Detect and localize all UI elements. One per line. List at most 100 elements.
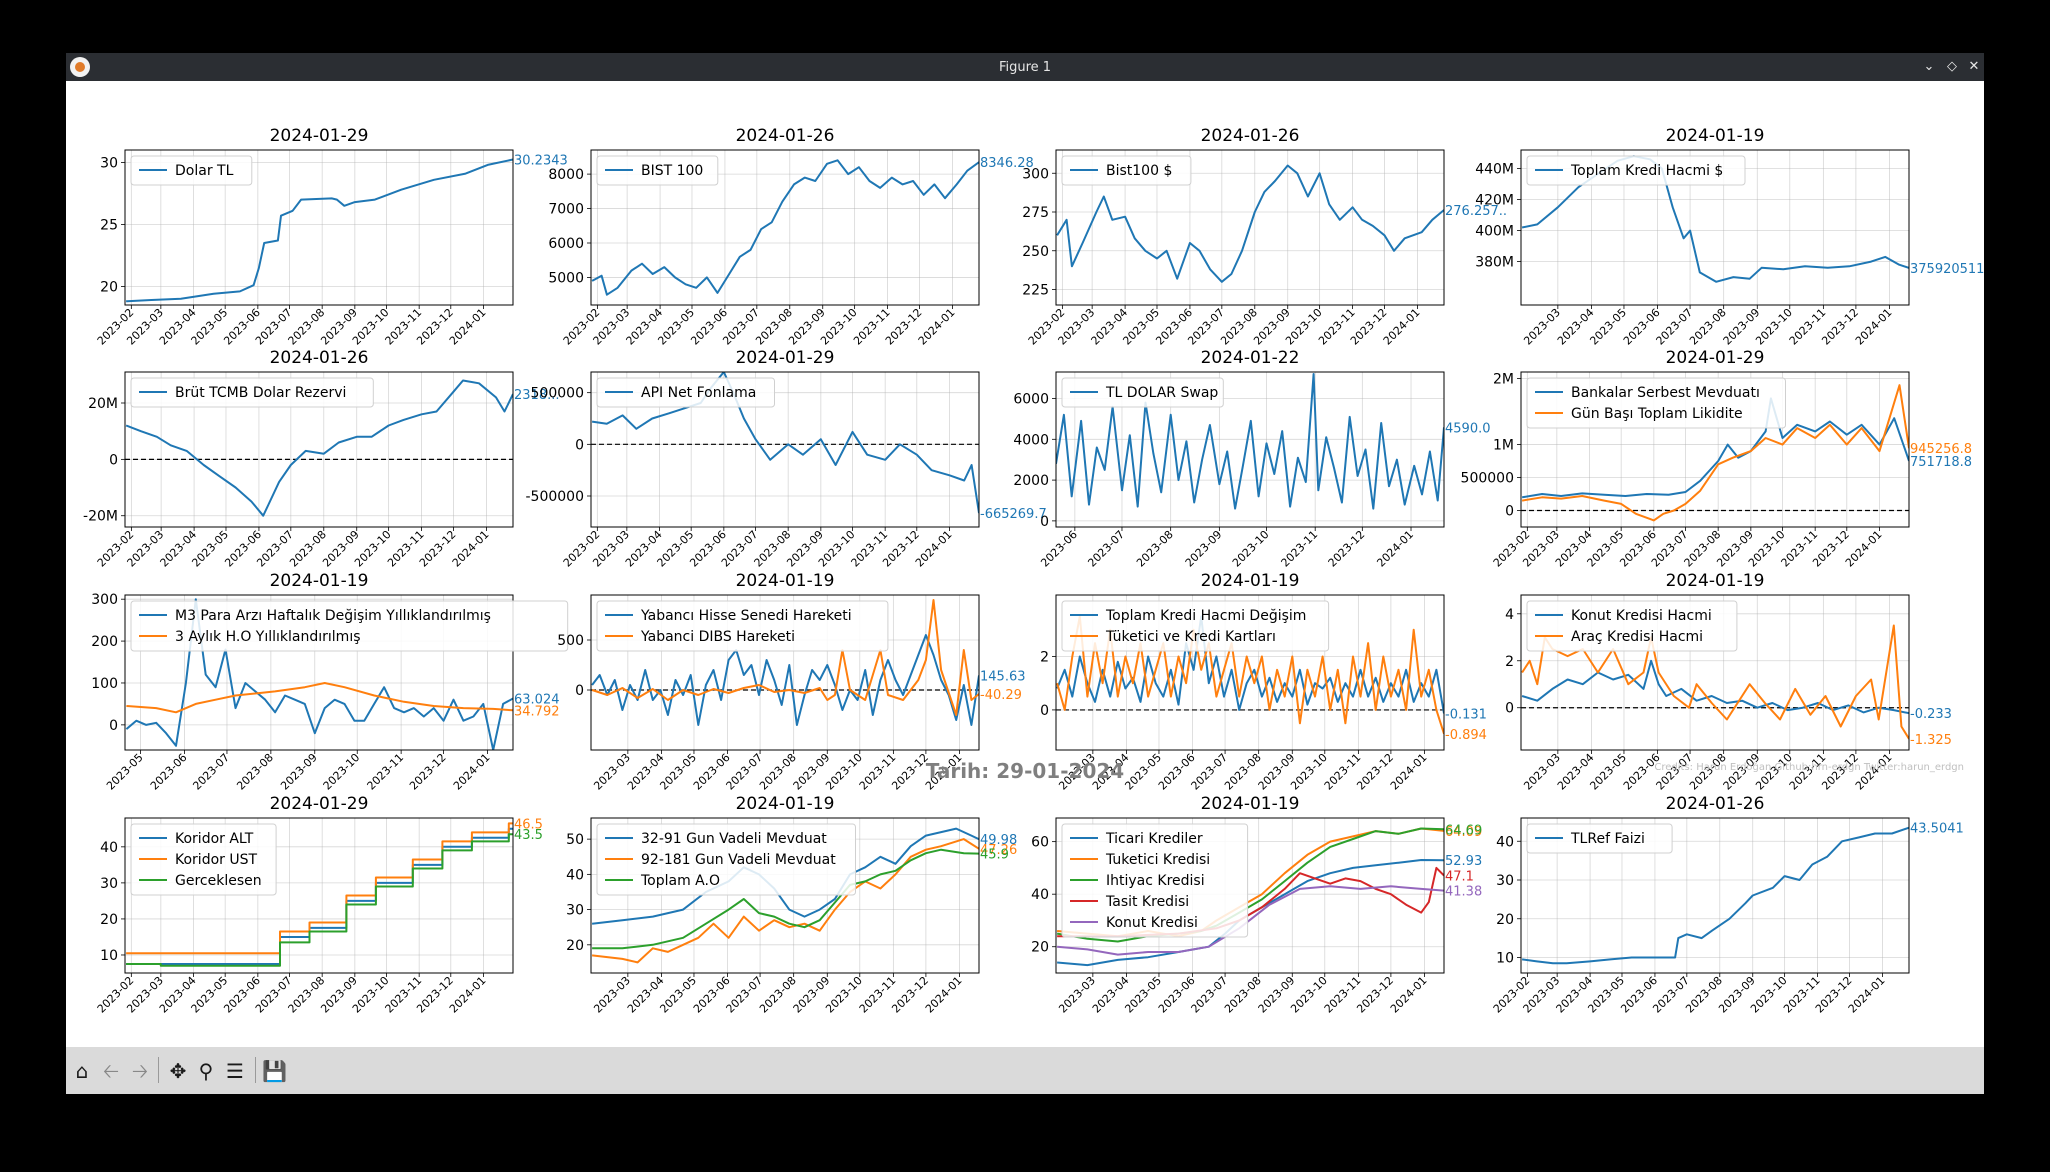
subplot-title: 2024-01-19 xyxy=(1201,794,1300,814)
x-tick-label: 2023-07 xyxy=(190,751,232,793)
x-tick-label: 2024-01 xyxy=(1388,751,1430,793)
legend-label: Ihtiyac Kredisi xyxy=(1106,873,1205,889)
legend: Bankalar Serbest Mevduatı Gün Başı Toplam… xyxy=(1526,377,1786,429)
subplot-title: 2024-01-29 xyxy=(270,794,369,814)
subplot: 2023-022023-032023-042023-052023-062023-… xyxy=(83,348,559,570)
y-tick-label: 30 xyxy=(1496,873,1514,889)
y-tick-label: 400M xyxy=(1475,224,1514,240)
x-tick-label: 2024-01 xyxy=(1843,528,1885,570)
y-tick-label: 25 xyxy=(100,217,118,233)
subplot-title: 2024-01-19 xyxy=(1666,126,1765,146)
y-tick-label: -500000 xyxy=(526,489,585,505)
figure-window: Figure 1 ⌄ ◇ ✕ 2023-02 2023-03 2023-04 2023… xyxy=(66,53,1984,1094)
legend: 32-91 Gun Vadeli Mevduat 92-181 Gun Vadel… xyxy=(596,823,856,896)
toolbar-separator xyxy=(158,1057,159,1083)
legend-label: Araç Kredisi Hacmi xyxy=(1571,629,1703,645)
subplot-title: 2024-01-26 xyxy=(1201,126,1300,146)
x-tick-label: 2023-09 xyxy=(278,751,320,793)
forward-arrow-icon[interactable]: 🡢 xyxy=(128,1059,152,1083)
end-value-label: -40.29 xyxy=(980,688,1022,703)
zoom-icon[interactable]: ⚲ xyxy=(194,1059,218,1083)
subplot: 2023-022023-032023-042023-052023-062023-… xyxy=(1022,126,1507,348)
y-tick-label: 7000 xyxy=(548,202,584,218)
y-tick-label: 300 xyxy=(1022,166,1049,182)
close-icon[interactable]: ✕ xyxy=(1965,58,1983,76)
legend: Koridor ALT Koridor UST Gerceklesen xyxy=(130,823,277,896)
legend-label: Yabanci DIBS Hareketi xyxy=(640,629,795,645)
legend-label: Bankalar Serbest Mevduatı xyxy=(1571,385,1760,401)
minimize-icon[interactable]: ⌄ xyxy=(1920,58,1938,76)
subplot: 2023-022023-032023-042023-052023-062023-… xyxy=(1461,348,1972,570)
end-value-label: 41.38 xyxy=(1445,885,1482,900)
end-value-label: 4590.0 xyxy=(1445,421,1491,436)
x-tick-label: 2023-05 xyxy=(104,751,146,793)
subplot-title: 2024-01-29 xyxy=(1666,348,1765,368)
subplot: 2023-022023-032023-042023-052023-062023-… xyxy=(526,348,1047,570)
legend-label: TLRef Faizi xyxy=(1570,831,1645,847)
end-value-label: 945256.8 xyxy=(1910,442,1972,457)
x-tick-label: 2024-01 xyxy=(916,306,958,348)
legend: TL DOLAR Swap xyxy=(1061,377,1224,408)
legend-label: M3 Para Arzı Haftalık Değişim Yıllıkland… xyxy=(175,608,491,624)
y-tick-label: 6000 xyxy=(1013,392,1049,408)
legend: Dolar TL xyxy=(130,155,253,186)
y-tick-label: 500000 xyxy=(531,386,584,402)
legend-label: Konut Kredisi xyxy=(1106,915,1198,931)
pan-icon[interactable]: ✥ xyxy=(166,1059,190,1083)
y-tick-label: 300 xyxy=(91,592,118,608)
legend-label: Tüketici ve Kredi Kartları xyxy=(1105,629,1276,645)
x-tick-label: 2023-10 xyxy=(1230,528,1272,570)
subplot: 2023-022023-032023-042023-052023-062023-… xyxy=(548,126,1033,348)
y-tick-label: 30 xyxy=(100,876,118,892)
y-tick-label: 30 xyxy=(566,903,584,919)
y-tick-label: 250 xyxy=(1022,244,1049,260)
x-tick-label: 2023-12 xyxy=(1326,528,1368,570)
x-tick-label: 2023-09 xyxy=(1183,528,1225,570)
y-tick-label: 6000 xyxy=(548,236,584,252)
x-tick-label: 2023-10 xyxy=(321,751,363,793)
save-icon[interactable]: 💾 xyxy=(262,1059,287,1083)
end-value-label: 47.1 xyxy=(1445,870,1474,885)
window-title: Figure 1 xyxy=(998,60,1052,75)
legend: TLRef Faizi xyxy=(1526,823,1673,854)
legend: M3 Para Arzı Haftalık Değişim Yıllıkland… xyxy=(130,600,569,652)
x-tick-label: 2023-11 xyxy=(1279,528,1321,570)
y-tick-label: 40 xyxy=(566,867,584,883)
legend-label: Koridor ALT xyxy=(175,831,254,847)
y-tick-label: 10 xyxy=(100,948,118,964)
y-tick-label: 4000 xyxy=(1013,432,1049,448)
legend-label: Bist100 $ xyxy=(1106,163,1172,179)
end-value-label: -0.233 xyxy=(1910,707,1952,722)
y-tick-label: 1M xyxy=(1493,438,1514,454)
end-value-label: 43.5041 xyxy=(1910,822,1964,837)
subplot-title: 2024-01-19 xyxy=(736,794,835,814)
home-icon[interactable]: ⌂ xyxy=(70,1059,94,1083)
y-tick-label: 500000 xyxy=(1461,471,1514,487)
legend: Bist100 $ xyxy=(1061,155,1192,186)
x-tick-label: 2024-01 xyxy=(1388,974,1430,1016)
legend-label: API Net Fonlama xyxy=(641,385,756,401)
x-tick-label: 2024-01 xyxy=(1381,306,1423,348)
back-arrow-icon[interactable]: 🡠 xyxy=(99,1059,123,1083)
end-value-label: 34.792 xyxy=(514,704,560,719)
y-tick-label: 0 xyxy=(575,683,584,699)
subplot: 2023-032023-042023-052023-062023-072023-… xyxy=(1475,126,1984,348)
x-tick-label: 2023-11 xyxy=(365,751,407,793)
legend-label: Koridor UST xyxy=(175,852,257,868)
end-value-label: 64.69 xyxy=(1445,823,1482,838)
x-tick-label: 2024-01 xyxy=(447,306,489,348)
toolbar-separator xyxy=(255,1057,256,1083)
legend: Yabancı Hisse Senedi Hareketi Yabanci DIB… xyxy=(596,600,889,652)
subplot-title: 2024-01-26 xyxy=(1666,794,1765,814)
subplot-title: 2024-01-19 xyxy=(270,571,369,591)
configure-icon[interactable]: ☰ xyxy=(223,1059,247,1083)
x-tick-label: 2023-06 xyxy=(1038,528,1080,570)
end-value-label: 751718.8 xyxy=(1910,455,1972,470)
maximize-icon[interactable]: ◇ xyxy=(1943,58,1961,76)
end-value-label: 145.63 xyxy=(980,669,1026,684)
y-tick-label: 2M xyxy=(1493,372,1514,388)
legend-label: Dolar TL xyxy=(175,163,234,179)
subplot-title: 2024-01-19 xyxy=(1666,571,1765,591)
y-tick-label: 50 xyxy=(566,832,584,848)
x-tick-label: 2024-01 xyxy=(451,751,493,793)
